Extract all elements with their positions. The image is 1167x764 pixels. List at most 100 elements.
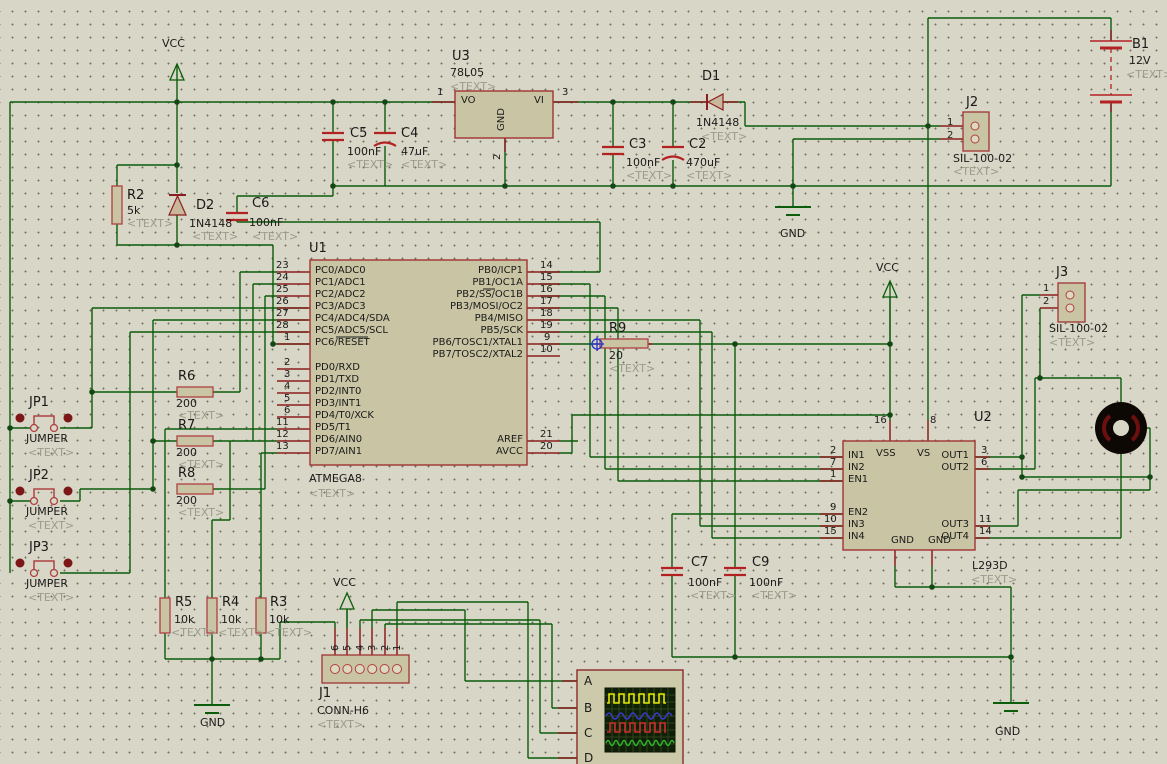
d1-text: <TEXT> — [701, 131, 747, 142]
u1-pinname-pc4: PC4/ADC4/SDA — [315, 314, 390, 324]
u1-pinname-pc2: PC2/ADC2 — [315, 290, 366, 300]
u1-pin-28: 28 — [276, 321, 289, 331]
component-jp1-jumper[interactable] — [16, 414, 73, 432]
gnd-label-top: GND — [780, 228, 805, 239]
u1-pin-18: 18 — [540, 309, 553, 319]
u2-ref: U2 — [974, 411, 992, 424]
b1-ref: B1 — [1132, 38, 1149, 51]
r8-ref: R8 — [178, 467, 195, 480]
u1-pinname-pb6: PB6/TOSC1/XTAL1 — [405, 338, 523, 348]
c9-ref: C9 — [752, 556, 769, 569]
u1-pinname-pb1: PB1/OC1A — [405, 278, 523, 288]
r9-text: <TEXT> — [609, 363, 655, 374]
u1-pin-20: 20 — [540, 442, 553, 452]
u1-pinname-pd4: PD4/T0/XCK — [315, 411, 374, 421]
u1-pinname-pd5: PD5/T1 — [315, 423, 351, 433]
u1-text: <TEXT> — [309, 488, 355, 499]
gnd-label-bottom-left: GND — [200, 717, 225, 728]
d2-ref: D2 — [196, 199, 214, 212]
r9-value: 20 — [609, 350, 623, 361]
r7-value: 200 — [176, 447, 197, 458]
c9-value: 100nF — [749, 577, 783, 588]
c4-text: <TEXT> — [401, 159, 447, 170]
component-d2-diode[interactable] — [169, 195, 186, 215]
component-d1-diode[interactable] — [707, 94, 723, 110]
component-j1-connector[interactable] — [322, 655, 409, 683]
r8-value: 200 — [176, 495, 197, 506]
jp2-text: <TEXT> — [28, 520, 74, 531]
j1-text: <TEXT> — [317, 719, 363, 730]
u1-pin-27: 27 — [276, 309, 289, 319]
u3-ref: U3 — [452, 50, 470, 63]
j1-ref: J1 — [319, 687, 331, 700]
u1-pinname-pb5: PB5/SCK — [405, 326, 523, 336]
u1-pin-4: 4 — [284, 382, 290, 392]
c7-value: 100nF — [688, 577, 722, 588]
j2-value: SIL-100-02 — [953, 153, 1012, 164]
u2-pin-7: 7 — [830, 458, 836, 468]
component-jp2-jumper[interactable] — [16, 487, 73, 505]
r9-ref: R9 — [609, 322, 626, 335]
u3-pinname-gnd: GND — [497, 108, 507, 131]
u1-pin-19: 19 — [540, 321, 553, 331]
j3-value: SIL-100-02 — [1049, 323, 1108, 334]
u2-pin-15: 15 — [824, 527, 837, 537]
u1-pin-12: 12 — [276, 430, 289, 440]
c5-ref: C5 — [350, 127, 367, 140]
component-r9-resistor[interactable] — [600, 339, 648, 348]
j2-text: <TEXT> — [953, 166, 999, 177]
d1-ref: D1 — [702, 70, 720, 83]
d2-text: <TEXT> — [192, 231, 238, 242]
j1-pin-4: 4 — [356, 645, 366, 651]
jp1-text: <TEXT> — [28, 447, 74, 458]
j2-pin-2: 2 — [947, 131, 953, 141]
u2-pin-3: 3 — [981, 446, 987, 456]
component-r5-resistor[interactable] — [160, 598, 170, 633]
jp2-value: JUMPER — [26, 506, 68, 517]
j1-pin-5: 5 — [343, 645, 353, 651]
u1-pinname-pb3: PB3/MOSI/OC2 — [405, 302, 523, 312]
u1-pinname-pc3: PC3/ADC3 — [315, 302, 366, 312]
component-r7-resistor[interactable] — [177, 436, 213, 446]
u2-pin-1: 1 — [830, 470, 836, 480]
u1-pinname-aref: AREF — [405, 435, 523, 445]
component-oscilloscope[interactable] — [577, 670, 683, 764]
jp2-ref: JP2 — [29, 469, 49, 482]
u2-pinname-in1: IN1 — [848, 451, 865, 461]
j1-pin-3: 3 — [368, 645, 378, 651]
u3-text: <TEXT> — [450, 81, 496, 92]
u3-value: 78L05 — [450, 67, 484, 78]
component-j3-connector[interactable] — [1058, 283, 1085, 322]
u1-pinname-pb4: PB4/MISO — [405, 314, 523, 324]
r3-ref: R3 — [270, 596, 287, 609]
component-r6-resistor[interactable] — [177, 387, 213, 397]
u3-pin-2: 2 — [493, 154, 503, 160]
component-r2-resistor[interactable] — [112, 186, 122, 224]
c3-value: 100nF — [626, 157, 660, 168]
j3-text: <TEXT> — [1049, 337, 1095, 348]
u1-pinname-pc0: PC0/ADC0 — [315, 266, 366, 276]
c2-value: 470uF — [686, 157, 720, 168]
component-motor[interactable] — [1095, 402, 1147, 454]
c5-text: <TEXT> — [347, 159, 393, 170]
component-j2-connector[interactable] — [963, 112, 989, 151]
jp3-ref: JP3 — [29, 541, 49, 554]
u1-pin-25: 25 — [276, 285, 289, 295]
jp3-text: <TEXT> — [28, 592, 74, 603]
u2-pinname-in2: IN2 — [848, 463, 865, 473]
schematic-canvas[interactable]: VCCU378L05<TEXT>1VOVIGND23C5100nF<TEXT>C… — [0, 0, 1167, 764]
u1-pinname-pb2: PB2/SS/OC1B — [405, 290, 523, 300]
u2-text: <TEXT> — [971, 574, 1017, 585]
u1-pin-6: 6 — [284, 406, 290, 416]
u2-pinname-gnd2: GND — [928, 536, 951, 546]
j1-pin-6: 6 — [331, 645, 341, 651]
u1-pin-21: 21 — [540, 430, 553, 440]
u2-pin-11: 11 — [979, 515, 992, 525]
component-jp3-jumper[interactable] — [16, 559, 73, 577]
component-r8-resistor[interactable] — [177, 484, 213, 494]
u1-pin-13: 13 — [276, 442, 289, 452]
u3-pinname-vi: VI — [534, 96, 544, 106]
u1-pinname-pc6: PC6/RESET — [315, 338, 370, 348]
c4-ref: C4 — [401, 127, 418, 140]
u1-pinname-pd3: PD3/INT1 — [315, 399, 361, 409]
